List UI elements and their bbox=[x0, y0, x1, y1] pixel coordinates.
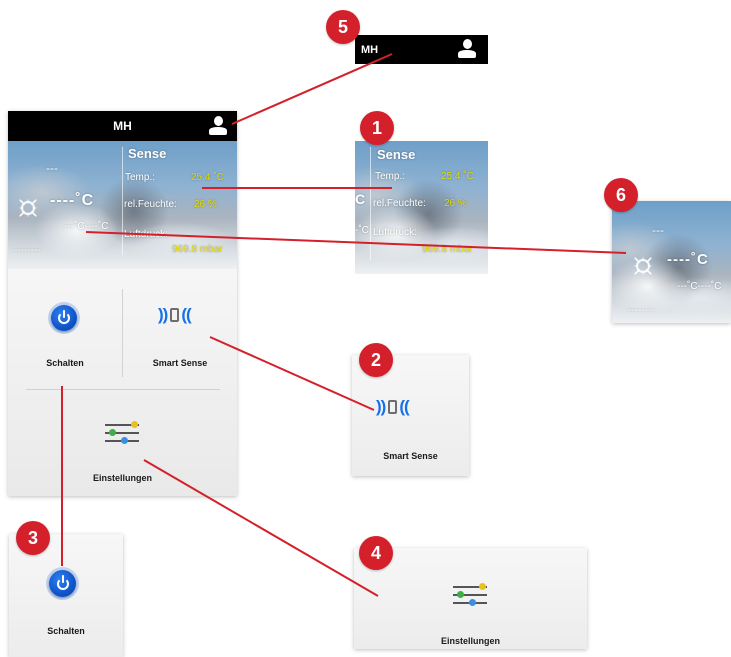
annotated-screenshot: MH --- ----˚C ---˚C----˚C -------- Sense… bbox=[0, 0, 731, 657]
user-initials: MH bbox=[113, 119, 132, 133]
humidity-label: rel.Feuchte: bbox=[124, 199, 177, 210]
pressure-value: 969.8 mbar bbox=[172, 244, 223, 255]
switch-label: Schalten bbox=[46, 358, 84, 368]
app-screen: MH --- ----˚C ---˚C----˚C -------- Sense… bbox=[8, 111, 237, 496]
main-menu: Schalten ) ) ( ( Smart Sense Einstellung… bbox=[8, 269, 237, 496]
zoom1-pressure-label: Luftdruck: bbox=[373, 227, 417, 238]
callout-badge-1: 1 bbox=[360, 111, 394, 145]
temp-label: Temp.: bbox=[125, 172, 156, 183]
zoom4-settings-label: Einstellungen bbox=[440, 636, 500, 646]
zoom1-minmax-fragment: -˚C bbox=[355, 225, 369, 236]
sensor-title: Sense bbox=[128, 146, 167, 161]
menu-item-settings[interactable]: Einstellungen bbox=[58, 390, 187, 496]
callout-badge-2: 2 bbox=[359, 343, 393, 377]
zoom6-bottom-dashes: -------- bbox=[628, 305, 655, 316]
zoom6-forecast-dash: --- bbox=[652, 223, 664, 237]
zoom2-smart-sense-icon: ) ) ( ( bbox=[376, 397, 410, 416]
zoom4-settings-sliders-icon bbox=[453, 583, 487, 606]
zoom1-temp-value: 25.4 ˚C bbox=[441, 171, 474, 182]
zoom1-sensor-title: Sense bbox=[377, 147, 416, 162]
app-header: MH bbox=[8, 111, 237, 141]
smart-sense-icon: ) ) ( ( bbox=[158, 305, 192, 324]
zoom-weather-forecast: --- ----˚C ---˚C----˚C -------- bbox=[612, 201, 731, 323]
weather-panel[interactable]: --- ----˚C ---˚C----˚C -------- Sense Te… bbox=[8, 141, 237, 269]
zoom1-humidity-label: rel.Feuchte: bbox=[373, 198, 426, 209]
smart-sense-label: Smart Sense bbox=[152, 358, 208, 368]
current-temperature: ----˚C bbox=[50, 192, 95, 209]
humidity-value: 26 % bbox=[194, 199, 217, 210]
zoom3-switch-label: Schalten bbox=[47, 626, 85, 636]
zoom-sensor-values: C -˚C Sense Temp.: 25.4 ˚C rel.Feuchte: … bbox=[355, 141, 488, 274]
sun-icon bbox=[21, 201, 35, 215]
power-icon bbox=[51, 305, 77, 331]
zoom6-sun-icon bbox=[636, 259, 650, 273]
zoom1-pressure-value: 969.8 mbar bbox=[422, 244, 473, 255]
callout-badge-4: 4 bbox=[359, 536, 393, 570]
pressure-label: Luftdruck: bbox=[124, 229, 168, 240]
zoom6-current-temperature: ----˚C bbox=[667, 251, 709, 268]
zoom2-smart-sense-label: Smart Sense bbox=[383, 451, 438, 461]
zoom-user-icon bbox=[458, 39, 476, 58]
menu-item-smart-sense[interactable]: ) ) ( ( Smart Sense bbox=[123, 269, 237, 379]
menu-item-switch[interactable]: Schalten bbox=[8, 269, 122, 379]
forecast-dash: --- bbox=[46, 161, 58, 175]
callout-badge-6: 6 bbox=[604, 178, 638, 212]
bottom-dashes: -------- bbox=[14, 245, 41, 256]
zoom1-temp-fragment: C bbox=[355, 191, 366, 207]
zoom-user-initials: MH bbox=[361, 43, 379, 56]
settings-label: Einstellungen bbox=[92, 473, 152, 483]
temp-value: 25.4 ˚C bbox=[191, 172, 224, 183]
callout-badge-5: 5 bbox=[326, 10, 360, 44]
zoom6-min-max-temperature: ---˚C----˚C bbox=[677, 281, 722, 292]
zoom-header: MH bbox=[355, 35, 488, 64]
callout-badge-3: 3 bbox=[16, 521, 50, 555]
zoom3-power-icon bbox=[49, 570, 76, 597]
zoom1-divider bbox=[370, 147, 371, 260]
user-icon[interactable] bbox=[209, 116, 227, 135]
settings-sliders-icon bbox=[105, 421, 139, 444]
zoom1-humidity-value: 26 % bbox=[444, 198, 467, 209]
weather-divider bbox=[122, 147, 123, 255]
min-max-temperature: ---˚C----˚C bbox=[64, 221, 109, 232]
zoom1-temp-label: Temp.: bbox=[375, 171, 406, 182]
